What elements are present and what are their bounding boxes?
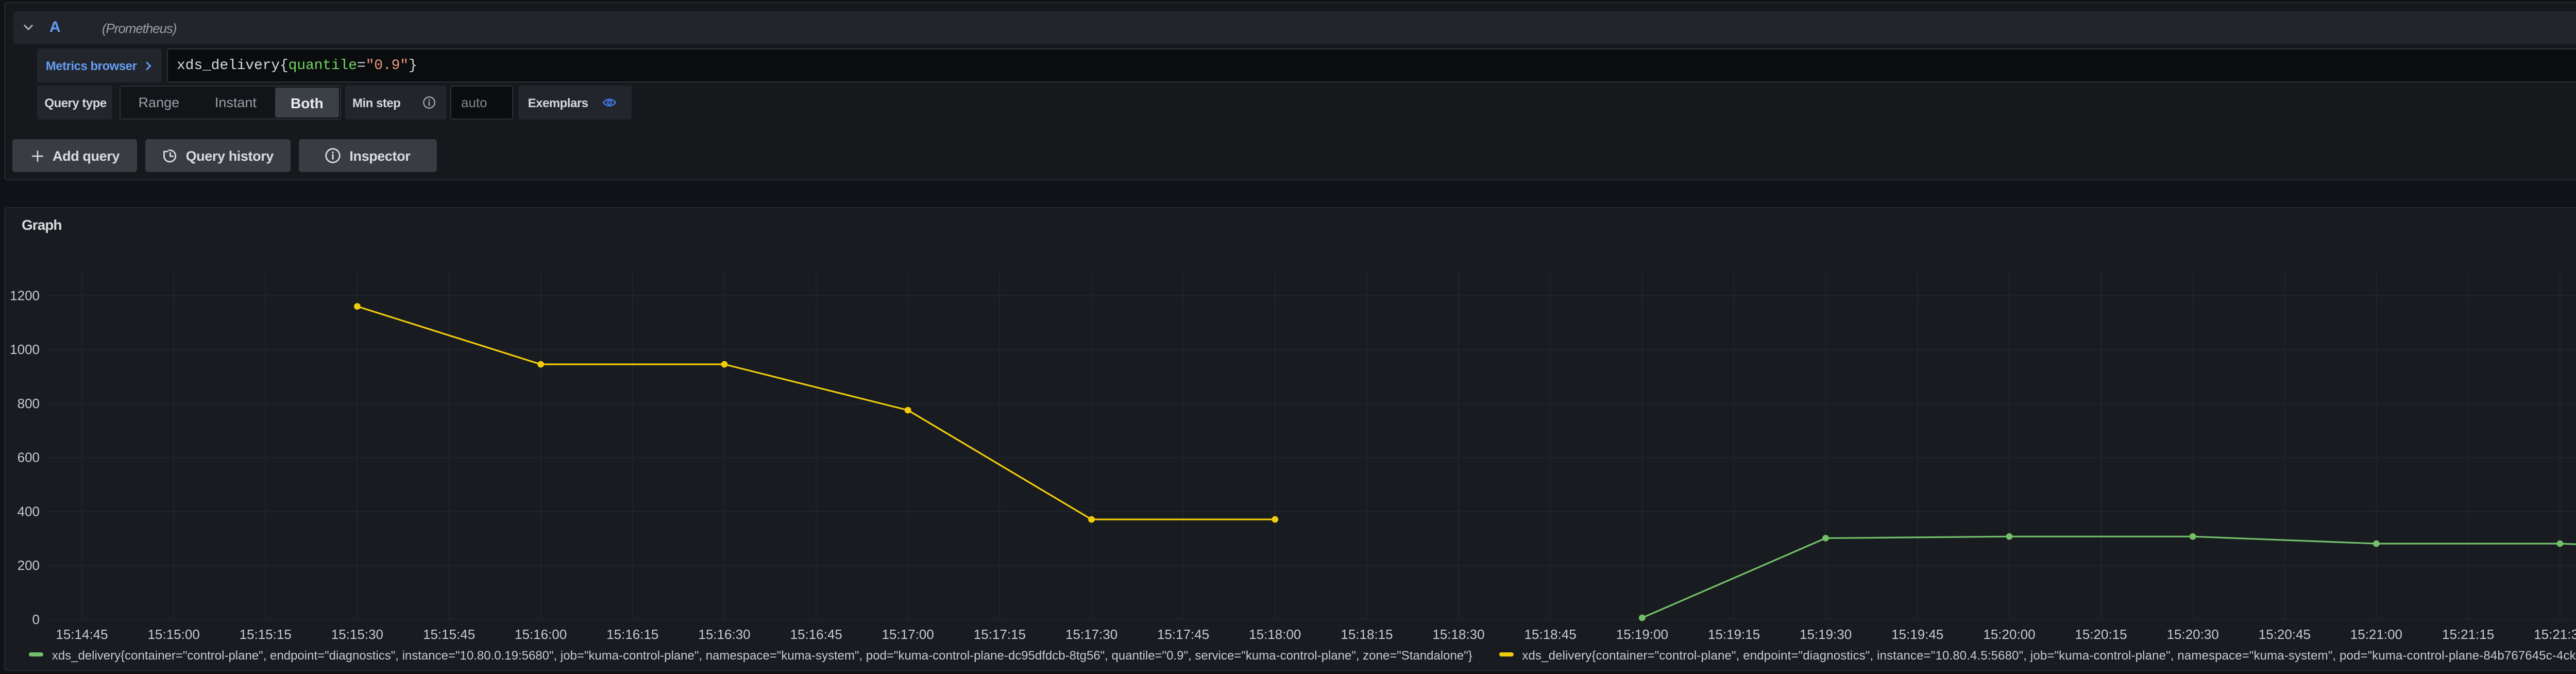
svg-text:15:18:00: 15:18:00 <box>1249 627 1301 642</box>
svg-text:15:17:30: 15:17:30 <box>1065 627 1117 642</box>
svg-text:15:19:45: 15:19:45 <box>1891 627 1943 642</box>
svg-text:15:21:00: 15:21:00 <box>2350 627 2402 642</box>
svg-text:15:16:45: 15:16:45 <box>790 627 842 642</box>
svg-text:15:15:45: 15:15:45 <box>423 627 475 642</box>
svg-text:15:20:00: 15:20:00 <box>1983 627 2035 642</box>
svg-text:15:16:00: 15:16:00 <box>515 627 567 642</box>
svg-text:15:18:15: 15:18:15 <box>1341 627 1393 642</box>
svg-text:15:18:45: 15:18:45 <box>1524 627 1577 642</box>
svg-text:800: 800 <box>18 396 40 411</box>
svg-text:15:19:00: 15:19:00 <box>1616 627 1668 642</box>
svg-text:0: 0 <box>32 612 40 627</box>
svg-text:15:16:30: 15:16:30 <box>698 627 750 642</box>
svg-text:15:15:15: 15:15:15 <box>240 627 292 642</box>
svg-text:15:16:15: 15:16:15 <box>606 627 658 642</box>
svg-text:15:17:15: 15:17:15 <box>974 627 1026 642</box>
svg-text:15:20:15: 15:20:15 <box>2075 627 2127 642</box>
svg-text:15:17:45: 15:17:45 <box>1157 627 1209 642</box>
svg-text:15:21:30: 15:21:30 <box>2534 627 2576 642</box>
svg-text:15:19:30: 15:19:30 <box>1800 627 1852 642</box>
svg-text:15:19:15: 15:19:15 <box>1708 627 1760 642</box>
svg-text:15:20:30: 15:20:30 <box>2167 627 2219 642</box>
svg-text:600: 600 <box>18 450 40 465</box>
svg-text:15:15:00: 15:15:00 <box>148 627 200 642</box>
svg-text:15:15:30: 15:15:30 <box>331 627 383 642</box>
svg-text:15:21:15: 15:21:15 <box>2442 627 2494 642</box>
svg-text:15:20:45: 15:20:45 <box>2259 627 2311 642</box>
svg-text:15:14:45: 15:14:45 <box>56 627 108 642</box>
svg-text:400: 400 <box>18 503 40 519</box>
svg-text:15:17:00: 15:17:00 <box>882 627 934 642</box>
svg-text:1200: 1200 <box>10 288 40 303</box>
svg-text:1000: 1000 <box>10 342 40 357</box>
svg-text:200: 200 <box>18 558 40 573</box>
svg-text:15:18:30: 15:18:30 <box>1432 627 1484 642</box>
